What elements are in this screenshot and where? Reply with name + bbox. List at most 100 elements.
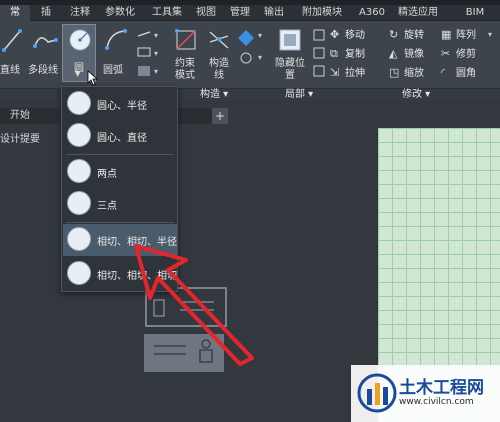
local-small-tools: [313, 29, 325, 77]
hide-position-icon: [279, 29, 301, 51]
menu-item-label: 圆心、半径: [97, 101, 147, 112]
tab-start[interactable]: 开始: [0, 108, 60, 124]
hide-position-label: 隐藏位置: [275, 58, 305, 81]
tab-bim360[interactable]: BIM 360: [450, 5, 500, 34]
watermark-title: 土木工程网: [399, 378, 484, 398]
construction-line-icon: [209, 31, 229, 49]
svg-text:▾: ▾: [154, 31, 158, 40]
copy-button[interactable]: ⧉ 复制: [330, 46, 365, 64]
panel-title-construct[interactable]: 构造 ▾: [200, 89, 228, 101]
construction-line-button[interactable]: 构造线: [204, 26, 234, 86]
watermark-logo-icon: [357, 373, 397, 413]
annotation-arrow-icon: [134, 244, 254, 366]
line-label: 直线: [0, 65, 20, 76]
arc-button[interactable]: 圆弧: [100, 26, 132, 76]
tab-parametric[interactable]: 参数化: [98, 5, 142, 21]
mirror-icon: ◭: [389, 47, 398, 60]
rotate-label: 旋转: [404, 30, 424, 41]
tab-view[interactable]: 视图: [190, 5, 222, 21]
tab-start-label: 开始: [10, 110, 30, 121]
menu-item-center-diameter[interactable]: 圆心、直径: [63, 120, 177, 152]
stretch-label: 拉伸: [345, 68, 365, 79]
array-icon: ▦: [441, 28, 452, 41]
mouse-cursor-icon: [87, 70, 99, 86]
copy-icon: ⧉: [330, 47, 338, 60]
move-icon: ✥: [330, 28, 340, 41]
fillet-icon: ◜: [441, 66, 446, 79]
circle-tan-tan-tan-icon: [67, 261, 91, 285]
copy-label: 复制: [345, 49, 365, 60]
circle-tan-tan-radius-icon: [67, 227, 91, 251]
svg-text:▾: ▾: [154, 49, 158, 58]
trim-icon: ✂: [441, 47, 451, 60]
panel-title-construct-text: 构造: [200, 89, 220, 100]
menu-item-two-point[interactable]: 两点: [63, 156, 177, 188]
panel-title-local[interactable]: 局部 ▾: [285, 89, 313, 101]
menu-item-label: 三点: [97, 201, 117, 212]
mirror-label: 镜像: [404, 49, 424, 60]
polyline-button[interactable]: 多段线: [28, 26, 62, 76]
polyline-icon: [33, 37, 58, 48]
menu-item-label: 圆心、直径: [97, 133, 147, 144]
svg-text:▾: ▾: [154, 67, 158, 76]
tab-insert[interactable]: 插入: [31, 5, 61, 34]
fillet-label: 圆角: [456, 68, 476, 79]
stretch-icon: ⇲: [330, 66, 340, 79]
menu-item-three-point[interactable]: 三点: [63, 188, 177, 220]
move-button[interactable]: ✥ 移动: [330, 27, 365, 45]
menu-item-center-radius[interactable]: 圆心、半径: [63, 88, 177, 120]
constraint-mode-icon: [175, 29, 196, 50]
array-label: 阵列: [456, 30, 476, 41]
panel-title-local-text: 局部: [285, 89, 305, 100]
mirror-button[interactable]: ◭ 镜像: [389, 46, 424, 64]
circle-icon: [69, 29, 91, 51]
svg-text:▾: ▾: [258, 31, 262, 40]
rotate-button[interactable]: ↻ 旋转: [389, 27, 424, 45]
design-brief-label: 设计提要: [0, 134, 40, 145]
stretch-button[interactable]: ⇲ 拉伸: [330, 65, 365, 83]
tab-a360[interactable]: A360: [353, 5, 385, 21]
scale-label: 缩放: [404, 68, 424, 79]
trim-button[interactable]: ✂ 修剪: [441, 46, 476, 64]
rotate-icon: ↻: [389, 28, 399, 41]
chevron-down-icon: ▼: [75, 70, 81, 78]
arc-icon: [105, 29, 127, 50]
watermark: 土木工程网 www.civilcn.com: [351, 365, 500, 422]
array-button[interactable]: ▦ 阵列: [441, 27, 476, 45]
tab-featured-apps[interactable]: 精选应用: [390, 5, 446, 21]
construction-line-label: 构造线: [209, 58, 229, 81]
ribbon-tab-strip: 常用 插入 注释 参数化 工具集 视图 管理 输出 附加模块 A360 精选应用…: [0, 0, 500, 34]
new-tab-button[interactable]: +: [212, 108, 228, 124]
scale-icon: ◳: [389, 66, 400, 79]
svg-text:▾: ▾: [258, 53, 262, 62]
circle-center-radius-icon: [67, 91, 91, 115]
arc-label: 圆弧: [103, 65, 123, 76]
menu-separator: [66, 154, 174, 155]
polyline-label: 多段线: [28, 65, 58, 76]
panel-title-modify[interactable]: 修改 ▾: [402, 89, 430, 101]
tab-home[interactable]: 常用: [0, 5, 30, 34]
tab-annotate[interactable]: 注释: [64, 5, 96, 21]
menu-separator: [66, 222, 174, 223]
tab-output[interactable]: 输出: [258, 5, 290, 21]
scale-button[interactable]: ◳ 缩放: [389, 65, 424, 83]
hide-position-button[interactable]: 隐藏位置: [270, 26, 310, 86]
circle-center-diameter-icon: [67, 123, 91, 147]
line-button[interactable]: 直线: [0, 26, 26, 76]
line-icon: [2, 29, 22, 52]
circle-two-point-icon: [67, 159, 91, 183]
fillet-button[interactable]: ◜ 圆角: [441, 65, 476, 83]
constraint-mode-label: 约束模式: [175, 58, 195, 81]
trim-label: 修剪: [456, 49, 476, 60]
modify-more-icon[interactable]: ▾: [488, 30, 492, 39]
constraint-mode-button[interactable]: 约束模式: [168, 26, 202, 86]
circle-three-point-icon: [67, 191, 91, 215]
draw-small-tools: ▾ ▾ ▾: [137, 31, 158, 76]
move-label: 移动: [345, 30, 365, 41]
tab-addins[interactable]: 附加模块: [294, 5, 350, 21]
tab-manage[interactable]: 管理: [224, 5, 256, 21]
construct-small-tools: ▾ ▾: [238, 30, 262, 64]
menu-item-label: 两点: [97, 169, 117, 180]
tab-toolsets[interactable]: 工具集: [145, 5, 189, 21]
watermark-url: www.civilcn.com: [399, 397, 474, 407]
